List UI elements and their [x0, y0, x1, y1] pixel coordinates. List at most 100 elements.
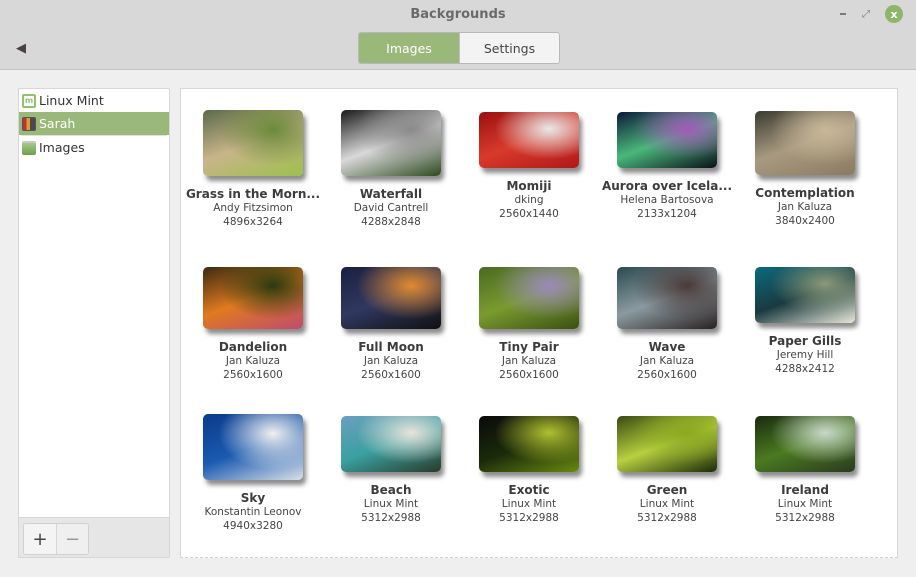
sidebar-toolbar: + −	[19, 517, 169, 557]
wallpaper-thumbnail[interactable]	[203, 110, 303, 176]
wallpaper-thumbnail[interactable]	[341, 110, 441, 176]
sidebar-item-sarah[interactable]: Sarah	[19, 112, 169, 135]
wallpaper-thumbnail[interactable]	[203, 414, 303, 480]
wallpaper-item[interactable]: Momiji dking 2560x1440	[460, 112, 598, 221]
wallpaper-grid-container[interactable]: Grass in the Morn... Andy Fitzsimon 4896x3…	[180, 88, 898, 558]
minimize-icon	[840, 13, 846, 15]
wallpaper-thumbnail[interactable]	[617, 416, 717, 472]
wallpaper-title: Grass in the Morn...	[185, 187, 321, 201]
wallpaper-author: Linux Mint	[501, 498, 557, 510]
wallpaper-thumbnail[interactable]	[755, 111, 855, 175]
close-button[interactable]: x	[885, 5, 903, 23]
wallpaper-item[interactable]: Contemplation Jan Kaluza 3840x2400	[736, 111, 874, 228]
wallpaper-item[interactable]: Wave Jan Kaluza 2560x1600	[598, 267, 736, 382]
wallpaper-item[interactable]: Grass in the Morn... Andy Fitzsimon 4896x3…	[184, 110, 322, 229]
wallpaper-resolution: 4896x3264	[223, 216, 283, 228]
wallpaper-thumbnail[interactable]	[479, 416, 579, 472]
wallpaper-title: Tiny Pair	[499, 340, 559, 354]
wallpaper-resolution: 5312x2988	[361, 512, 421, 524]
wallpaper-thumbnail[interactable]	[203, 267, 303, 329]
wallpaper-title: Momiji	[506, 179, 552, 193]
wallpaper-title: Ireland	[781, 483, 829, 497]
wallpaper-thumbnail[interactable]	[617, 267, 717, 329]
wallpaper-author: Jan Kaluza	[225, 355, 281, 367]
tab-images[interactable]: Images	[359, 33, 459, 63]
tab-settings[interactable]: Settings	[459, 33, 559, 63]
wallpaper-item[interactable]: Waterfall David Cantrell 4288x2848	[322, 110, 460, 229]
sidebar-item-images[interactable]: Images	[19, 136, 169, 159]
wallpaper-thumbnail[interactable]	[617, 112, 717, 168]
wallpaper-item[interactable]: Exotic Linux Mint 5312x2988	[460, 416, 598, 525]
wallpaper-item[interactable]: Paper Gills Jeremy Hill 4288x2412	[736, 267, 874, 376]
wallpaper-item[interactable]: Sky Konstantin Leonov 4940x3280	[184, 414, 322, 533]
wallpaper-title: Beach	[370, 483, 412, 497]
wallpaper-thumbnail[interactable]	[341, 267, 441, 329]
wallpaper-item[interactable]: Beach Linux Mint 5312x2988	[322, 416, 460, 525]
sidebar-item-label: Linux Mint	[39, 93, 104, 108]
back-button[interactable]: ◀	[10, 38, 32, 58]
wallpaper-thumbnail[interactable]	[755, 267, 855, 323]
sarah-icon	[22, 116, 36, 131]
wallpaper-author: Linux Mint	[777, 498, 833, 510]
wallpaper-author: dking	[514, 194, 544, 206]
maximize-icon: ⤢	[862, 8, 870, 20]
window-title: Backgrounds	[410, 7, 506, 22]
wallpaper-author: Jan Kaluza	[639, 355, 695, 367]
wallpaper-author: Andy Fitzsimon	[213, 202, 293, 214]
remove-folder-button[interactable]: −	[56, 524, 88, 554]
wallpaper-author: Jan Kaluza	[777, 201, 833, 213]
wallpaper-resolution: 2560x1600	[499, 369, 559, 381]
wallpaper-thumbnail[interactable]	[479, 267, 579, 329]
wallpaper-thumbnail[interactable]	[755, 416, 855, 472]
back-arrow-icon: ◀	[16, 40, 26, 56]
wallpaper-title: Contemplation	[755, 186, 855, 200]
minimize-button[interactable]	[834, 5, 852, 23]
wallpaper-item[interactable]: Aurora over Icela... Helena Bartosova 2133…	[598, 112, 736, 221]
wallpaper-resolution: 4288x2412	[775, 363, 835, 375]
wallpaper-author: Jan Kaluza	[501, 355, 557, 367]
wallpaper-author: Linux Mint	[639, 498, 695, 510]
header-bar: Backgrounds ⤢ x ◀ Images Settings	[0, 0, 916, 70]
wallpaper-item[interactable]: Dandelion Jan Kaluza 2560x1600	[184, 267, 322, 382]
backgrounds-window: Backgrounds ⤢ x ◀ Images Settings m Linu…	[0, 0, 916, 577]
close-icon: x	[890, 7, 898, 21]
wallpaper-resolution: 4940x3280	[223, 520, 283, 532]
wallpaper-title: Exotic	[508, 483, 550, 497]
wallpaper-item[interactable]: Green Linux Mint 5312x2988	[598, 416, 736, 525]
wallpaper-resolution: 5312x2988	[499, 512, 559, 524]
add-folder-button[interactable]: +	[24, 524, 56, 554]
wallpaper-resolution: 4288x2848	[361, 216, 421, 228]
wallpaper-title: Sky	[240, 491, 266, 505]
maximize-button[interactable]: ⤢	[857, 5, 875, 23]
wallpaper-resolution: 2560x1600	[223, 369, 283, 381]
view-switcher: Images Settings	[358, 32, 560, 64]
wallpaper-thumbnail[interactable]	[341, 416, 441, 472]
sidebar-item-label: Images	[39, 140, 85, 155]
wallpaper-title: Wave	[648, 340, 686, 354]
wallpaper-title: Waterfall	[359, 187, 423, 201]
wallpaper-author: Konstantin Leonov	[204, 506, 302, 518]
wallpaper-item[interactable]: Full Moon Jan Kaluza 2560x1600	[322, 267, 460, 382]
wallpaper-resolution: 3840x2400	[775, 215, 835, 227]
wallpaper-resolution: 5312x2988	[637, 512, 697, 524]
wallpaper-resolution: 5312x2988	[775, 512, 835, 524]
wallpaper-author: David Cantrell	[353, 202, 429, 214]
wallpaper-title: Paper Gills	[768, 334, 842, 348]
wallpaper-item[interactable]: Ireland Linux Mint 5312x2988	[736, 416, 874, 525]
wallpaper-resolution: 2560x1600	[361, 369, 421, 381]
wallpaper-item[interactable]: Tiny Pair Jan Kaluza 2560x1600	[460, 267, 598, 382]
add-remove-group: + −	[23, 523, 89, 555]
sidebar-item-label: Sarah	[39, 116, 76, 131]
wallpaper-resolution: 2560x1600	[637, 369, 697, 381]
sidebar-item-linux-mint[interactable]: m Linux Mint	[19, 89, 169, 112]
collections-sidebar: m Linux Mint Sarah Images + −	[18, 88, 170, 558]
folder-icon	[22, 140, 36, 155]
wallpaper-thumbnail[interactable]	[479, 112, 579, 168]
wallpaper-author: Linux Mint	[363, 498, 419, 510]
minus-icon: −	[64, 528, 81, 550]
wallpaper-resolution: 2560x1440	[499, 208, 559, 220]
wallpaper-title: Full Moon	[358, 340, 424, 354]
wallpaper-author: Helena Bartosova	[620, 194, 714, 206]
wallpaper-title: Green	[646, 483, 688, 497]
wallpaper-title: Dandelion	[218, 340, 288, 354]
